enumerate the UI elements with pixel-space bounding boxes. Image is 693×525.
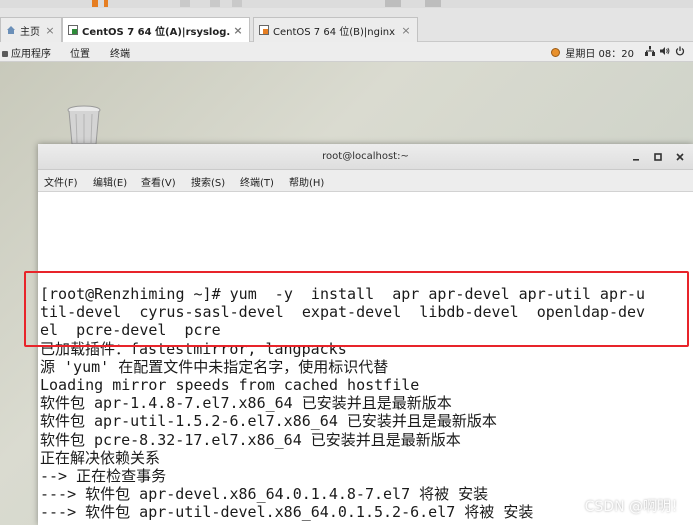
vmware-tab-strip: 主页 × CentOS 7 64 位(A)|rsyslog... × CentO… [0, 0, 693, 42]
menu-view[interactable]: 查看(V) [141, 174, 176, 189]
output-line: ---> 软件包 apr-devel.x86_64.0.1.4.8-7.el7 … [40, 485, 489, 503]
close-icon[interactable]: × [43, 24, 57, 37]
maximize-button[interactable] [651, 150, 665, 164]
toolbar-icon[interactable] [425, 0, 441, 7]
menu-help[interactable]: 帮助(H) [289, 174, 324, 189]
gnome-top-bar: 应用程序 位置 终端 星期日 08：20 [0, 42, 693, 62]
output-line: 软件包 apr-util-1.5.2-6.el7.x86_64 已安装并且是最新… [40, 412, 497, 430]
minimize-button[interactable] [629, 150, 643, 164]
output-line: 正在解决依赖关系 [40, 449, 161, 467]
output-line: 已加载插件：fastestmirror, langpacks [40, 340, 347, 358]
vm-icon [259, 25, 269, 35]
toolbar-icon[interactable] [92, 0, 98, 7]
home-icon [6, 25, 16, 35]
close-icon[interactable]: × [231, 24, 245, 37]
command-line: [root@Renzhiming ~]# yum -y install apr … [40, 285, 646, 303]
tab-label: CentOS 7 64 位(B)|nginx [273, 26, 395, 38]
applications-icon [2, 51, 8, 57]
output-line: 软件包 apr-1.4.8-7.el7.x86_64 已安装并且是最新版本 [40, 394, 452, 412]
command-line: til-devel cyrus-sasl-devel expat-devel l… [40, 303, 646, 321]
toolbar-icon[interactable] [385, 0, 401, 7]
places-menu[interactable]: 位置 [70, 45, 90, 60]
toolbar-icon[interactable] [104, 0, 108, 7]
tab-vm-b[interactable]: CentOS 7 64 位(B)|nginx × [253, 17, 418, 42]
output-line: 软件包 pcre-8.32-17.el7.x86_64 已安装并且是最新版本 [40, 431, 461, 449]
watermark: CSDN @啊明！ [584, 499, 685, 515]
output-line: Loading mirror speeds from cached hostfi… [40, 376, 420, 394]
trash-icon[interactable] [62, 104, 106, 145]
window-title: root@localhost:~ [322, 151, 409, 162]
output-line: ---> 软件包 apr-util-devel.x86_64.0.1.5.2-6… [40, 503, 534, 521]
vm-icon [68, 25, 78, 35]
volume-icon[interactable] [660, 46, 670, 59]
tab-vm-a[interactable]: CentOS 7 64 位(A)|rsyslog... × [62, 17, 250, 42]
menu-edit[interactable]: 编辑(E) [93, 174, 127, 189]
command-line: el pcre-devel pcre [40, 321, 221, 339]
terminal-window: root@localhost:~ 文件(F) 编辑(E) 查看(V) 搜索(S)… [38, 144, 693, 525]
menu-terminal[interactable]: 终端(T) [240, 174, 274, 189]
clock-status-icon[interactable] [551, 48, 561, 57]
power-icon[interactable] [675, 46, 685, 59]
title-bar[interactable]: root@localhost:~ [38, 144, 693, 170]
output-line: 源 'yum' 在配置文件中未指定名字，使用标识代替 [40, 358, 389, 376]
terminal-menu[interactable]: 终端 [110, 45, 130, 60]
tab-label: 主页 [20, 26, 40, 38]
vmware-toolbar [0, 0, 693, 8]
status-area: 星期日 08：20 [551, 45, 685, 60]
applications-label: 应用程序 [11, 49, 51, 60]
menu-search[interactable]: 搜索(S) [191, 174, 225, 189]
close-button[interactable] [673, 150, 687, 164]
toolbar-icon[interactable] [232, 0, 242, 7]
toolbar-icon[interactable] [180, 0, 190, 7]
toolbar-icon[interactable] [210, 0, 220, 7]
output-line: --> 正在检查事务 [40, 467, 167, 485]
terminal-output[interactable]: [root@Renzhiming ~]# yum -y install apr … [38, 192, 693, 525]
applications-menu[interactable]: 应用程序 [2, 45, 51, 60]
terminal-menubar: 文件(F) 编辑(E) 查看(V) 搜索(S) 终端(T) 帮助(H) [38, 170, 693, 192]
tab-home[interactable]: 主页 × [0, 17, 62, 42]
clock[interactable]: 星期日 08：20 [565, 45, 634, 60]
tab-label: CentOS 7 64 位(A)|rsyslog... [82, 26, 231, 38]
menu-file[interactable]: 文件(F) [44, 174, 78, 189]
network-icon[interactable] [645, 46, 655, 59]
close-icon[interactable]: × [399, 24, 413, 37]
